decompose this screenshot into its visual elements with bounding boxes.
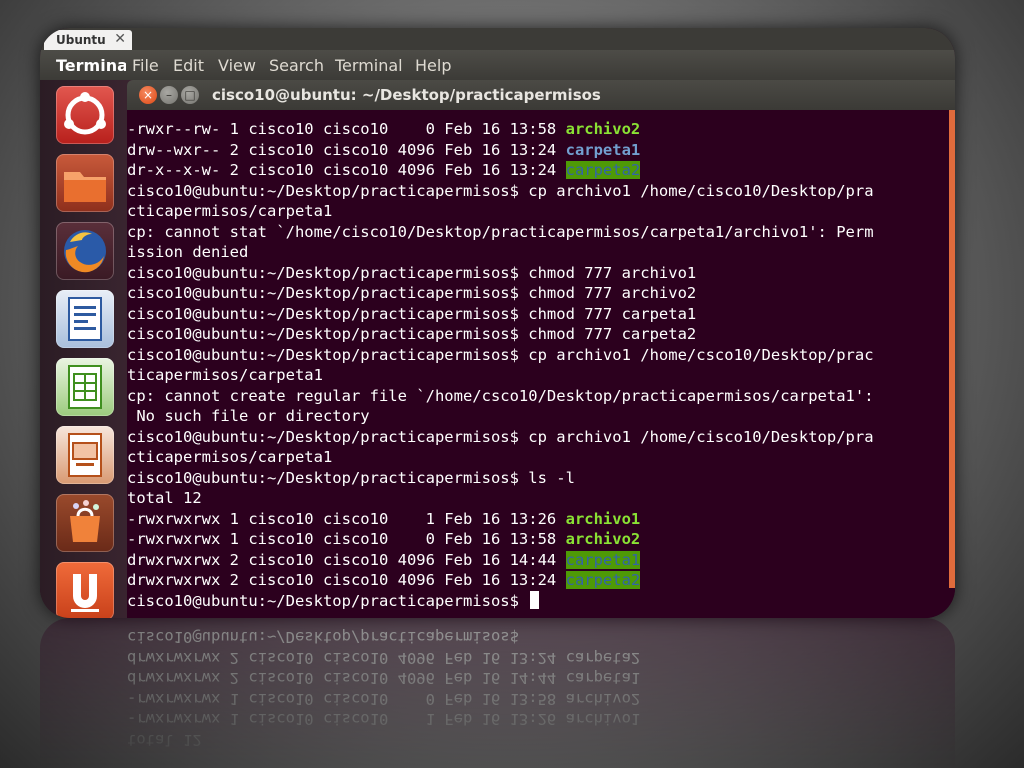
libreoffice-impress-icon[interactable] — [56, 426, 114, 484]
terminal-scrollbar[interactable] — [949, 110, 955, 588]
dash-home-icon[interactable] — [56, 86, 114, 144]
menu-edit[interactable]: Edit — [173, 56, 204, 75]
window-minimize-button[interactable]: – — [160, 86, 178, 104]
reflection-line: drwxrwxrwx 2 cisco10 cisco10 4096 Feb 16… — [127, 649, 641, 667]
terminal-line: cisco10@ubuntu:~/Desktop/practicapermiso… — [127, 304, 874, 325]
screenshot-frame: Ubuntu ✕ Terminal File Edit View Search … — [40, 28, 955, 618]
line-text: cisco10@ubuntu:~/Desktop/practicapermiso… — [127, 263, 697, 282]
menu-search[interactable]: Search — [269, 56, 324, 75]
firefox-icon[interactable] — [56, 222, 114, 280]
terminal-line: cisco10@ubuntu:~/Desktop/practicapermiso… — [127, 283, 874, 304]
directory-name: carpeta1 — [565, 550, 641, 569]
reflection-line: drwxrwxrwx 2 cisco10 cisco10 4096 Feb 16… — [127, 669, 641, 688]
terminal-line: cisco10@ubuntu:~/Desktop/practicapermiso… — [127, 263, 874, 284]
terminal-line: drwxrwxrwx 2 cisco10 cisco10 4096 Feb 16… — [127, 570, 874, 591]
line-text: No such file or directory — [127, 407, 370, 425]
executable-file-name: archivo1 — [565, 509, 641, 528]
line-text: drw--wxr-- 2 cisco10 cisco10 4096 Feb 16… — [127, 140, 566, 159]
line-text: -rwxr--rw- 1 cisco10 cisco10 0 Feb 16 13… — [127, 120, 566, 138]
terminal-line: cisco10@ubuntu:~/Desktop/practicapermiso… — [127, 181, 874, 202]
line-text: cisco10@ubuntu:~/Desktop/practicapermiso… — [127, 181, 874, 200]
terminal-line: cticapermisos/carpeta1 — [127, 201, 874, 222]
terminal-line: ticapermisos/carpeta1 — [127, 365, 874, 386]
terminal-line: cp: cannot stat `/home/cisco10/Desktop/p… — [127, 222, 874, 243]
directory-name: carpeta1 — [565, 140, 641, 159]
terminal-line: cisco10@ubuntu:~/Desktop/practicapermiso… — [127, 468, 874, 489]
line-text: ission denied — [127, 243, 249, 261]
terminal-line: cticapermisos/carpeta1 — [127, 447, 874, 468]
screenshot-reflection: total 12 -rwxrwxrwx 1 cisco10 cisco10 1 F… — [40, 618, 955, 768]
line-text: ticapermisos/carpeta1 — [127, 366, 323, 384]
line-text: cisco10@ubuntu:~/Desktop/practicapermiso… — [127, 304, 697, 323]
menu-help[interactable]: Help — [415, 56, 451, 75]
line-text: drwxrwxrwx 2 cisco10 cisco10 4096 Feb 16… — [127, 550, 566, 569]
terminal-line: total 12 — [127, 488, 874, 509]
line-text: cisco10@ubuntu:~/Desktop/practicapermiso… — [127, 427, 874, 446]
terminal-line: ission denied — [127, 242, 874, 263]
window-close-button[interactable]: × — [139, 86, 157, 104]
libreoffice-calc-icon[interactable] — [56, 358, 114, 416]
executable-file-name: archivo2 — [565, 530, 641, 548]
unity-launcher — [40, 80, 132, 618]
line-text: cp: cannot stat `/home/cisco10/Desktop/p… — [127, 222, 874, 241]
line-text: cticapermisos/carpeta1 — [127, 448, 333, 466]
directory-name: carpeta2 — [565, 571, 641, 589]
line-text: cisco10@ubuntu:~/Desktop/practicapermiso… — [127, 468, 575, 487]
line-text: cisco10@ubuntu:~/Desktop/practicapermiso… — [127, 591, 529, 610]
line-text: cisco10@ubuntu:~/Desktop/practicapermiso… — [127, 284, 697, 302]
terminal-line: -rwxr--rw- 1 cisco10 cisco10 0 Feb 16 13… — [127, 119, 874, 140]
window-maximize-button[interactable]: □ — [181, 86, 199, 104]
reflection-line: -rwxrwxrwx 1 cisco10 cisco10 1 Feb 16 13… — [127, 710, 641, 729]
terminal-line: cisco10@ubuntu:~/Desktop/practicapermiso… — [127, 345, 874, 366]
executable-file-name: archivo2 — [565, 120, 641, 138]
files-folder-icon[interactable] — [56, 154, 114, 212]
line-text: drwxrwxrwx 2 cisco10 cisco10 4096 Feb 16… — [127, 571, 566, 589]
terminal-line: -rwxrwxrwx 1 cisco10 cisco10 0 Feb 16 13… — [127, 529, 874, 550]
line-text: -rwxrwxrwx 1 cisco10 cisco10 0 Feb 16 13… — [127, 530, 566, 548]
line-text: -rwxrwxrwx 1 cisco10 cisco10 1 Feb 16 13… — [127, 509, 566, 528]
line-text: cp: cannot create regular file `/home/cs… — [127, 386, 874, 405]
app-name: Terminal — [56, 56, 126, 75]
ubuntu-one-icon[interactable] — [56, 562, 114, 618]
terminal-output[interactable]: -rwxr--rw- 1 cisco10 cisco10 0 Feb 16 13… — [127, 110, 955, 618]
menu-bar: Terminal File Edit View Search Terminal … — [40, 50, 955, 80]
line-text: dr-x--x-w- 2 cisco10 cisco10 4096 Feb 16… — [127, 161, 566, 179]
terminal-line: cp: cannot create regular file `/home/cs… — [127, 386, 874, 407]
terminal-line: cisco10@ubuntu:~/Desktop/practicapermiso… — [127, 427, 874, 448]
tab-ubuntu[interactable]: Ubuntu ✕ — [44, 30, 132, 50]
menu-view[interactable]: View — [218, 56, 256, 75]
terminal-line: drwxrwxrwx 2 cisco10 cisco10 4096 Feb 16… — [127, 550, 874, 571]
terminal-cursor — [530, 590, 540, 609]
software-center-icon[interactable] — [56, 494, 114, 552]
reflection-line: -rwxrwxrwx 1 cisco10 cisco10 0 Feb 16 13… — [127, 690, 641, 708]
menu-terminal[interactable]: Terminal — [335, 56, 403, 75]
terminal-line: drw--wxr-- 2 cisco10 cisco10 4096 Feb 16… — [127, 140, 874, 161]
line-text: cisco10@ubuntu:~/Desktop/practicapermiso… — [127, 325, 697, 343]
terminal-line: cisco10@ubuntu:~/Desktop/practicapermiso… — [127, 324, 874, 345]
line-text: cisco10@ubuntu:~/Desktop/practicapermiso… — [127, 345, 874, 364]
terminal-line: No such file or directory — [127, 406, 874, 427]
line-text: cticapermisos/carpeta1 — [127, 202, 333, 220]
window-titlebar[interactable]: × – □ cisco10@ubuntu: ~/Desktop/practica… — [127, 80, 955, 110]
menu-file[interactable]: File — [132, 56, 159, 75]
libreoffice-writer-icon[interactable] — [56, 290, 114, 348]
tab-label: Ubuntu — [56, 33, 106, 47]
terminal-line: cisco10@ubuntu:~/Desktop/practicapermiso… — [127, 590, 874, 612]
window-title: cisco10@ubuntu: ~/Desktop/practicapermis… — [212, 86, 601, 104]
terminal-window: × – □ cisco10@ubuntu: ~/Desktop/practica… — [127, 80, 955, 618]
tab-close-icon[interactable]: ✕ — [114, 31, 126, 47]
reflection-line: cisco10@ubuntu:~/Desktop/practicapermiso… — [127, 628, 529, 647]
terminal-line: -rwxrwxrwx 1 cisco10 cisco10 1 Feb 16 13… — [127, 509, 874, 530]
line-text: total 12 — [127, 489, 202, 507]
terminal-text: -rwxr--rw- 1 cisco10 cisco10 0 Feb 16 13… — [127, 119, 874, 611]
tab-strip: Ubuntu ✕ — [40, 28, 955, 50]
directory-name: carpeta2 — [565, 161, 641, 179]
terminal-line: dr-x--x-w- 2 cisco10 cisco10 4096 Feb 16… — [127, 160, 874, 181]
reflection-line: total 12 — [127, 731, 202, 749]
